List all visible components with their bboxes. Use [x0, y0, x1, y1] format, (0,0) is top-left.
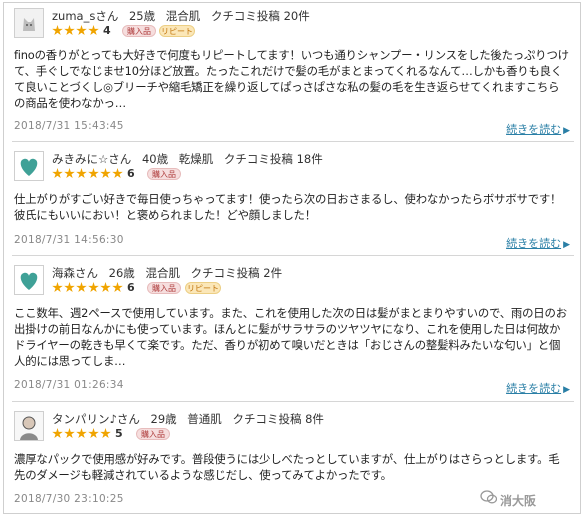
repeat-badge: リピート: [159, 25, 195, 37]
star-rating: 6: [52, 282, 135, 294]
star-icon: [64, 282, 75, 293]
review-meta: みきみに☆さん 40歳 乾燥肌 クチコミ投稿 18件: [52, 151, 330, 167]
user-name[interactable]: zuma_sさん: [52, 9, 118, 23]
user-name[interactable]: タンパリン♪さん: [52, 412, 140, 426]
rating-value: 5: [115, 427, 123, 440]
review-meta: 海森さん 26歳 混合肌 クチコミ投稿 2件: [52, 265, 289, 281]
review-text: 仕上がりがすごい好きで毎日使っちゃってます！使ったら次の日おさまるし、使わなかっ…: [14, 192, 562, 222]
post-count: クチコミ投稿 20件: [210, 9, 310, 23]
cat-avatar-icon[interactable]: [14, 8, 44, 38]
star-rating: 5: [52, 428, 123, 440]
arrow-right-icon: ▶: [563, 385, 570, 395]
divider: [12, 141, 574, 142]
heart-avatar-icon[interactable]: [14, 265, 44, 295]
heart-avatar-icon[interactable]: [14, 151, 44, 181]
repeat-badge: リピート: [185, 282, 221, 294]
post-count: クチコミ投稿 2件: [190, 266, 283, 280]
star-icon: [52, 282, 63, 293]
review-date: 2018/7/30 23:10:25: [14, 493, 124, 505]
star-icon: [100, 428, 111, 439]
skin-type: 乾燥肌: [178, 152, 214, 166]
user-name[interactable]: 海森さん: [52, 266, 98, 280]
review-text: finoの香りがとっても大好きで何度もリピートしてます！いつも通りシャンプー・リ…: [14, 48, 569, 110]
chat-bubble-icon: [480, 490, 497, 504]
review-meta: タンパリン♪さん 29歳 普通肌 クチコミ投稿 8件: [52, 411, 331, 427]
rating-value: 4: [103, 24, 111, 37]
skin-type: 普通肌: [187, 412, 222, 426]
post-count: クチコミ投稿 18件: [223, 152, 323, 166]
user-age: 40歳: [141, 152, 169, 166]
user-age: 25歳: [128, 9, 156, 23]
star-icon: [112, 168, 123, 179]
post-count: クチコミ投稿 8件: [232, 412, 324, 426]
divider: [12, 401, 574, 402]
star-icon: [112, 282, 123, 293]
star-rating: 4: [52, 25, 111, 37]
star-icon: [88, 25, 99, 36]
review-meta: zuma_sさん 25歳 混合肌 クチコミ投稿 20件: [52, 8, 317, 24]
star-icon: [64, 428, 75, 439]
star-icon: [88, 168, 99, 179]
star-icon: [88, 428, 99, 439]
arrow-right-icon: ▶: [563, 126, 570, 136]
review-text: ここ数年、週2ペースで使用しています。また、これを使用した次の日は髪がまとまりや…: [14, 306, 567, 368]
star-icon: [64, 168, 75, 179]
user-age: 29歳: [150, 412, 177, 426]
rating-value: 6: [127, 281, 135, 294]
star-icon: [52, 428, 63, 439]
review-date: 2018/7/31 01:26:34: [14, 379, 124, 391]
star-icon: [100, 168, 111, 179]
star-icon: [64, 25, 75, 36]
star-icon: [88, 282, 99, 293]
purchased-badge: 購入品: [147, 282, 181, 294]
review-text: 濃厚なパックで使用感が好みです。普段使うには少しべたっとしていますが、仕上がりは…: [14, 452, 560, 482]
review-date: 2018/7/31 15:43:45: [14, 120, 124, 132]
rating-value: 6: [127, 167, 135, 180]
watermark: 消大阪: [500, 494, 537, 508]
star-icon: [76, 282, 87, 293]
user-name[interactable]: みきみに☆さん: [52, 152, 131, 166]
skin-type: 混合肌: [145, 266, 180, 280]
star-icon: [100, 282, 111, 293]
purchased-badge: 購入品: [136, 428, 170, 440]
star-icon: [76, 25, 87, 36]
person-avatar-icon[interactable]: [14, 411, 44, 441]
user-age: 26歳: [108, 266, 135, 280]
star-icon: [52, 168, 63, 179]
star-rating: 6: [52, 168, 135, 180]
arrow-right-icon: ▶: [563, 240, 570, 250]
review-date: 2018/7/31 14:56:30: [14, 234, 124, 246]
purchased-badge: 購入品: [147, 168, 181, 180]
read-more-link[interactable]: 続きを読む ▶: [506, 380, 570, 396]
star-icon: [76, 428, 87, 439]
star-icon: [76, 168, 87, 179]
divider: [12, 255, 574, 256]
star-icon: [52, 25, 63, 36]
purchased-badge: 購入品: [122, 25, 156, 37]
skin-type: 混合肌: [165, 9, 201, 23]
read-more-link[interactable]: 続きを読む ▶: [506, 235, 570, 251]
read-more-link[interactable]: 続きを読む ▶: [506, 121, 570, 137]
